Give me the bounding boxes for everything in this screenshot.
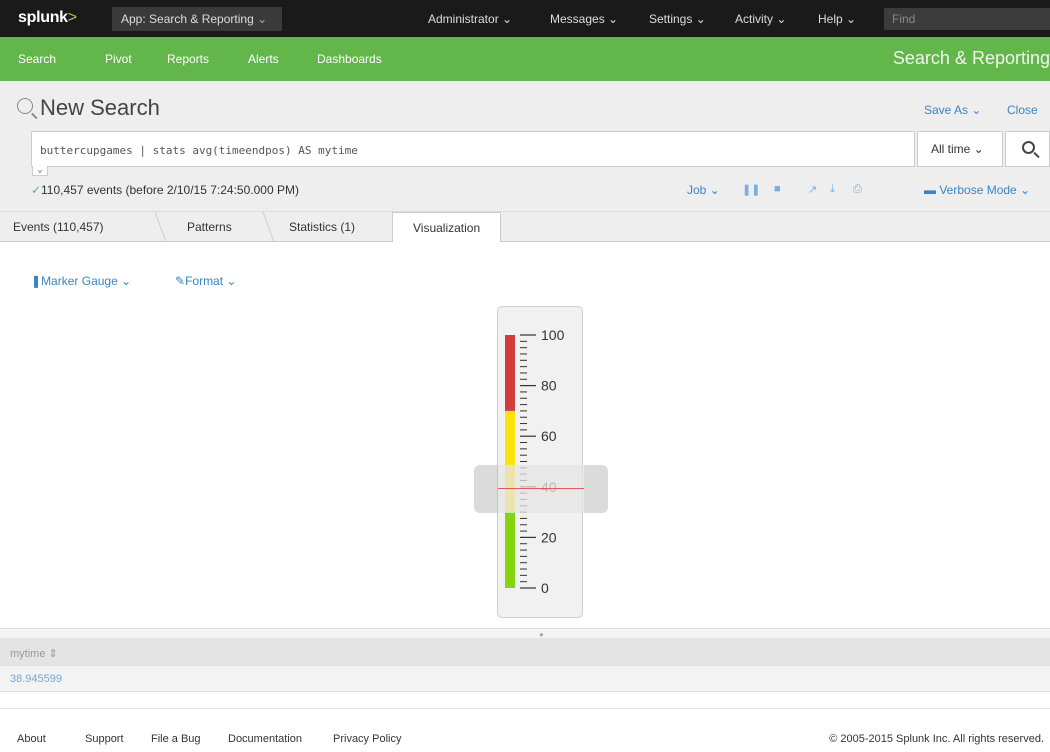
search-button[interactable] bbox=[1005, 131, 1050, 167]
search-mode-menu[interactable]: ▬ Verbose Mode ⌄ bbox=[924, 183, 1030, 197]
search-query-input[interactable]: buttercupgames | stats avg(timeendpos) A… bbox=[31, 131, 915, 176]
page-title-text: New Search bbox=[40, 95, 160, 120]
tab-divider bbox=[154, 212, 167, 242]
find-input[interactable]: Find bbox=[884, 8, 1050, 30]
format-menu[interactable]: ✎Format ⌄ bbox=[175, 274, 236, 288]
nav-administrator[interactable]: Administrator ⌄ bbox=[428, 12, 512, 26]
results-table-header: mytime ⇕ bbox=[0, 638, 1050, 666]
nav-messages[interactable]: Messages ⌄ bbox=[550, 12, 618, 26]
logo-chevron: > bbox=[67, 9, 77, 26]
footer: About Support File a Bug Documentation P… bbox=[0, 708, 1050, 752]
tab-visualization[interactable]: Visualization bbox=[392, 212, 502, 243]
tab-events[interactable]: Events (110,457) bbox=[13, 212, 104, 242]
splunk-logo[interactable]: splunk> bbox=[18, 9, 77, 27]
pencil-icon: ✎ bbox=[175, 274, 186, 288]
result-tabs: Events (110,457) Patterns Statistics (1)… bbox=[0, 212, 1050, 243]
job-menu[interactable]: Job ⌄ bbox=[687, 183, 720, 197]
app-tab-dashboards[interactable]: Dashboards bbox=[317, 52, 382, 66]
app-bar: Search Pivot Reports Alerts Dashboards S… bbox=[0, 37, 1050, 81]
page-title: New Search bbox=[17, 95, 160, 121]
magnifier-icon bbox=[1022, 141, 1035, 154]
footer-link-privacy[interactable]: Privacy Policy bbox=[333, 733, 401, 745]
save-as-button[interactable]: Save As ⌄ bbox=[924, 103, 981, 117]
viz-resize-bar[interactable]: ● bbox=[0, 628, 1050, 639]
table-row: 38.945599 bbox=[0, 666, 1050, 692]
time-range-picker[interactable]: All time ⌄ bbox=[917, 131, 1003, 167]
search-header: New Search Save As ⌄ Close buttercupgame… bbox=[0, 81, 1050, 212]
chevron-down-icon: ⌄ bbox=[257, 12, 268, 26]
nav-activity[interactable]: Activity ⌄ bbox=[735, 12, 786, 26]
gauge-range-band bbox=[505, 335, 515, 411]
gauge-tick-label: 60 bbox=[541, 428, 557, 444]
search-icon bbox=[17, 98, 33, 114]
share-icon[interactable]: ↗ bbox=[808, 183, 817, 196]
footer-link-file-a-bug[interactable]: File a Bug bbox=[151, 733, 201, 745]
global-nav-bar: splunk> App: Search & Reporting ⌄ Admini… bbox=[0, 0, 1050, 37]
app-menu-label: App: Search & Reporting bbox=[121, 12, 254, 26]
table-cell-mytime[interactable]: 38.945599 bbox=[10, 673, 62, 685]
tab-divider bbox=[262, 212, 275, 242]
pause-icon[interactable]: ❚❚ bbox=[742, 183, 760, 196]
app-tab-search[interactable]: Search bbox=[18, 52, 56, 66]
close-button[interactable]: Close bbox=[1007, 103, 1038, 117]
expand-query-icon[interactable]: ⌄ bbox=[32, 166, 48, 176]
app-title: Search & Reporting bbox=[892, 48, 1050, 68]
search-status-bar: ✓ 110,457 events (before 2/10/15 7:24:50… bbox=[0, 181, 1050, 203]
check-icon: ✓ bbox=[31, 183, 42, 197]
footer-link-about[interactable]: About bbox=[17, 733, 46, 745]
nav-help[interactable]: Help ⌄ bbox=[818, 12, 856, 26]
gauge-marker bbox=[474, 465, 608, 514]
event-count-status: 110,457 events (before 2/10/15 7:24:50.0… bbox=[41, 183, 299, 197]
copyright-text: © 2005-2015 Splunk Inc. All rights reser… bbox=[829, 733, 1044, 745]
visualization-panel: ❚Marker Gauge ⌄ ✎Format ⌄ 100806040200 bbox=[0, 242, 1050, 628]
gauge-marker-window bbox=[498, 465, 584, 514]
gauge-range-band bbox=[505, 512, 515, 588]
gauge-tick-label: 20 bbox=[541, 529, 557, 545]
viz-type-menu[interactable]: ❚Marker Gauge ⌄ bbox=[31, 274, 131, 288]
footer-link-support[interactable]: Support bbox=[85, 733, 124, 745]
nav-settings[interactable]: Settings ⌄ bbox=[649, 12, 706, 26]
column-header-mytime[interactable]: mytime ⇕ bbox=[10, 647, 58, 660]
print-icon[interactable]: ⎙ bbox=[853, 183, 862, 196]
stop-icon[interactable]: ■ bbox=[774, 183, 781, 195]
app-tab-pivot[interactable]: Pivot bbox=[105, 52, 132, 66]
app-menu[interactable]: App: Search & Reporting ⌄ bbox=[112, 7, 282, 31]
marker-gauge: 100806040200 bbox=[474, 306, 608, 618]
gauge-tick-label: 100 bbox=[541, 327, 565, 343]
app-tab-alerts[interactable]: Alerts bbox=[248, 52, 279, 66]
gauge-svg: 100806040200 bbox=[505, 327, 565, 596]
gauge-tick-label: 80 bbox=[541, 378, 557, 394]
app-tab-reports[interactable]: Reports bbox=[167, 52, 209, 66]
footer-link-documentation[interactable]: Documentation bbox=[228, 733, 302, 745]
export-icon[interactable]: ⤓ bbox=[830, 183, 835, 196]
tab-patterns[interactable]: Patterns bbox=[187, 212, 232, 242]
search-query-text: buttercupgames | stats avg(timeendpos) A… bbox=[40, 144, 358, 157]
gauge-type-icon: ❚ bbox=[31, 274, 42, 288]
monitor-icon: ▬ bbox=[924, 183, 936, 197]
gauge-tick-label: 0 bbox=[541, 580, 549, 596]
tab-statistics[interactable]: Statistics (1) bbox=[289, 212, 355, 242]
sort-icon[interactable]: ⇕ bbox=[49, 648, 58, 660]
gauge-marker-line bbox=[498, 488, 584, 490]
